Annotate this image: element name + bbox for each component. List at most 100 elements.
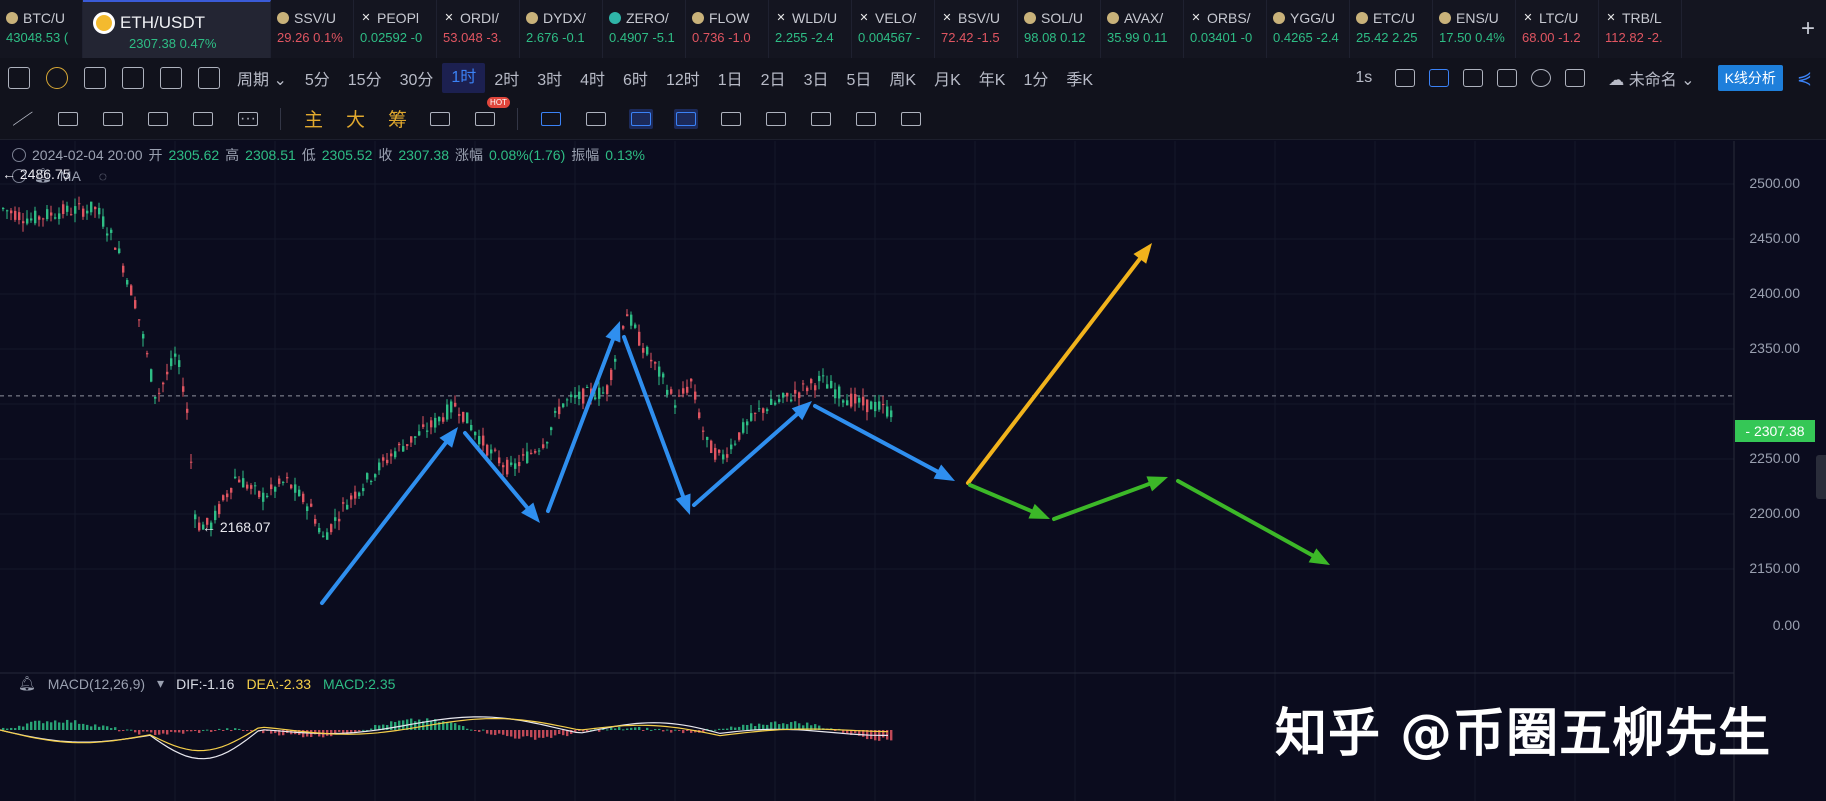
ticker-tab[interactable]: SSV/U 29.26 0.1% — [271, 0, 354, 58]
window-icon[interactable] — [1463, 69, 1484, 87]
period-button[interactable]: 2时 — [485, 66, 528, 90]
interval-button[interactable]: 1s — [1346, 69, 1381, 87]
period-button[interactable]: 15分 — [339, 66, 391, 90]
chart-type-icon[interactable] — [8, 67, 30, 89]
template-icon[interactable] — [1497, 69, 1518, 87]
ticker-tab[interactable]: ✕ LTC/U 68.00 -1.2 — [1516, 0, 1599, 58]
layout-icon[interactable] — [160, 67, 182, 89]
ticker-tab[interactable]: YGG/U 0.4265 -2.4 — [1267, 0, 1350, 58]
ruler-icon[interactable] — [584, 109, 608, 129]
ticker-tab[interactable]: SOL/U 98.08 0.12 — [1018, 0, 1101, 58]
indicator-icon[interactable] — [46, 67, 68, 89]
lock-icon[interactable] — [719, 109, 743, 129]
main-force-tool[interactable]: 主 — [304, 105, 323, 132]
ticker-tab[interactable]: ✕ VELO/0.004567 - — [852, 0, 935, 58]
replay-icon[interactable] — [428, 109, 452, 129]
period-dropdown[interactable]: 周期 ⌄ — [228, 66, 296, 90]
horizontal-line-icon[interactable] — [146, 109, 170, 129]
collapse-icon[interactable] — [12, 148, 26, 162]
filter-icon[interactable] — [854, 109, 878, 129]
layout-name-dropdown[interactable]: ☁ 未命名 ⌄ — [1599, 66, 1703, 90]
candle-body — [62, 204, 65, 215]
period-button[interactable]: 1日 — [709, 66, 752, 90]
chevron-down-icon[interactable]: ▾ — [157, 675, 164, 692]
period-button[interactable]: 4时 — [571, 66, 614, 90]
price-axis-label: 2450.00 — [1749, 230, 1800, 246]
rectangle-icon[interactable] — [191, 109, 215, 129]
ticker-tab[interactable]: ZERO/0.4907 -5.1 — [603, 0, 686, 58]
toolbar-divider — [280, 107, 281, 130]
side-panel-handle[interactable] — [1816, 455, 1826, 499]
period-button[interactable]: 季K — [1057, 66, 1102, 90]
macd-histogram-bar — [454, 723, 457, 730]
macd-histogram-bar — [230, 730, 233, 732]
ticker-tab[interactable]: ETC/U 25.42 2.25 — [1350, 0, 1433, 58]
macd-histogram-bar — [890, 730, 893, 741]
ticker-tab[interactable]: BTC/U 43048.53 ( — [0, 0, 83, 58]
period-button[interactable]: 年K — [970, 66, 1015, 90]
strategy-icon[interactable] — [84, 67, 106, 89]
period-button[interactable]: 月K — [925, 66, 970, 90]
link-icon[interactable] — [809, 109, 833, 129]
ticker-tab[interactable]: ✕ TRB/L 112.82 -2. — [1599, 0, 1682, 58]
amplitude-value: 0.13% — [605, 147, 645, 163]
channel-icon[interactable] — [56, 109, 80, 129]
macd-histogram-bar — [370, 728, 373, 730]
kline-chart[interactable]: 2024-02-04 20:00 开 2305.62 高 2308.51 低 2305… — [0, 141, 1826, 801]
magnet-icon[interactable] — [674, 108, 699, 129]
calendar-icon[interactable] — [122, 67, 144, 89]
ticker-tab[interactable]: ETH/USDT 2307.38 0.47% — [83, 0, 271, 58]
ticker-tab[interactable]: FLOW 0.736 -1.0 — [686, 0, 769, 58]
candle-body — [434, 417, 437, 428]
trend-arrow-blue — [546, 337, 615, 513]
ticker-tab[interactable]: DYDX/2.676 -0.1 — [520, 0, 603, 58]
camera-icon[interactable] — [1395, 69, 1416, 87]
candle-body — [186, 408, 189, 413]
magic-tool-icon[interactable]: HOT — [473, 96, 510, 129]
ticker-tab[interactable]: ✕ BSV/U 72.42 -1.5 — [935, 0, 1018, 58]
macd-histogram-bar — [86, 724, 89, 730]
edit-icon[interactable] — [764, 109, 788, 129]
ticker-tab[interactable]: ✕ ORBS/0.03401 -0 — [1184, 0, 1267, 58]
pen-icon[interactable] — [1429, 69, 1450, 87]
kline-analysis-button[interactable]: K线分析 — [1717, 65, 1783, 91]
period-button[interactable]: 6时 — [614, 66, 657, 90]
gear-icon[interactable] — [1531, 69, 1552, 87]
low-marker: ← 2168.07 — [202, 519, 271, 535]
period-button[interactable]: 3日 — [795, 66, 838, 90]
chip-tool[interactable]: 筹 — [388, 105, 407, 132]
period-button[interactable]: 周K — [880, 66, 925, 90]
candle-body — [518, 462, 521, 467]
more-icon[interactable]: ··· — [236, 109, 260, 129]
big-order-tool[interactable]: 大 — [346, 105, 365, 132]
period-button[interactable]: 1时 — [442, 63, 486, 93]
trend-line-icon[interactable] — [11, 109, 35, 129]
trash-icon[interactable] — [899, 109, 923, 129]
bell-icon[interactable]: 🔔︎ — [18, 675, 36, 692]
ticker-tab[interactable]: ✕ PEOPl 0.02592 -0 — [354, 0, 437, 58]
ticker-tab[interactable]: AVAX/35.99 0.11 — [1101, 0, 1184, 58]
period-button[interactable]: 5分 — [296, 66, 339, 90]
fib-lines-icon[interactable] — [101, 109, 125, 129]
period-button[interactable]: 5日 — [837, 66, 880, 90]
eye-off-icon[interactable]: ◌ — [99, 168, 107, 184]
rewind-icon[interactable] — [198, 67, 220, 89]
trend-arrow-blue-head — [605, 321, 621, 343]
period-button[interactable]: 1分 — [1014, 66, 1057, 90]
add-tab-button[interactable]: + — [1790, 0, 1826, 58]
copy-drawing-icon[interactable] — [539, 109, 563, 129]
watermark: 知乎 @币圈五柳先生 — [1275, 704, 1772, 764]
candle-body — [226, 493, 229, 498]
period-button[interactable]: 30分 — [391, 66, 443, 90]
period-button[interactable]: 2日 — [752, 66, 795, 90]
candle-body — [798, 392, 801, 399]
ticker-tab[interactable]: ✕ ORDI/53.048 -3. — [437, 0, 520, 58]
ticker-tab[interactable]: ✕ WLD/U 2.255 -2.4 — [769, 0, 852, 58]
ticker-tab[interactable]: ENS/U 17.50 0.4% — [1433, 0, 1516, 58]
fullscreen-icon[interactable] — [1565, 69, 1586, 87]
continuous-draw-icon[interactable] — [629, 108, 654, 129]
share-icon[interactable]: ⋞ — [1797, 68, 1812, 89]
period-button[interactable]: 12时 — [657, 66, 709, 90]
period-button[interactable]: 3时 — [528, 66, 571, 90]
macd-histogram-bar — [30, 721, 33, 730]
